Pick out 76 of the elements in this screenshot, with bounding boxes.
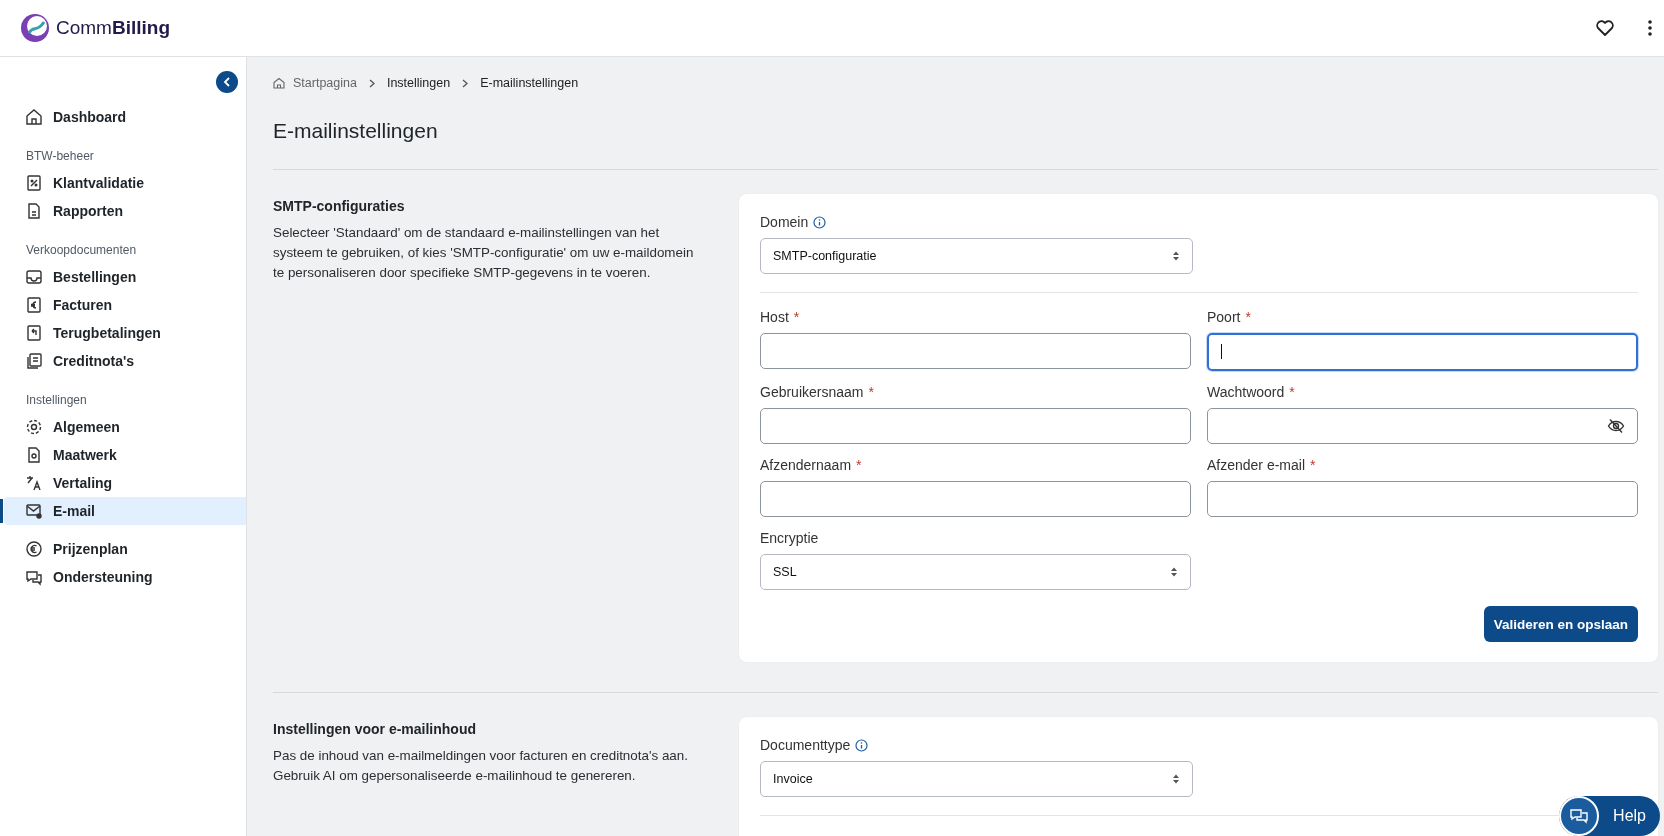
info-icon[interactable] bbox=[813, 215, 827, 229]
euro-icon bbox=[25, 540, 43, 558]
gear-icon bbox=[25, 418, 43, 436]
stack-icon bbox=[25, 352, 43, 370]
input-field[interactable] bbox=[760, 408, 1191, 444]
section-title: Instellingen voor e-mailinhoud bbox=[273, 721, 477, 737]
nav-item[interactable]: Vertaling bbox=[4, 469, 246, 497]
nav-item[interactable]: Bestellingen bbox=[4, 263, 246, 291]
nav-item[interactable]: Algemeen bbox=[4, 413, 246, 441]
nav-item[interactable]: Terugbetalingen bbox=[4, 319, 246, 347]
chevron-icon bbox=[368, 78, 375, 88]
breadcrumb-link[interactable]: Instellingen bbox=[386, 76, 451, 90]
eye-slash-icon[interactable] bbox=[1607, 418, 1625, 434]
required-mark: * bbox=[1310, 457, 1316, 473]
collapse-button[interactable] bbox=[216, 71, 238, 93]
home-icon bbox=[25, 108, 43, 126]
field-label: Domein bbox=[760, 214, 809, 230]
field-label: Documenttype bbox=[760, 737, 851, 753]
chevron-left-icon bbox=[223, 77, 231, 87]
sort-caret-icon bbox=[1172, 773, 1180, 785]
select-field[interactable]: SSL bbox=[760, 554, 1191, 590]
field-label: Afzender e-mail bbox=[1207, 457, 1306, 473]
nav-item[interactable]: Facturen bbox=[4, 291, 246, 319]
input-field[interactable] bbox=[1207, 481, 1638, 517]
gear-doc-icon bbox=[25, 446, 43, 464]
page-title: E-mailinstellingen bbox=[273, 119, 439, 143]
nav-item[interactable]: Rapporten bbox=[4, 197, 246, 225]
inbox-icon bbox=[25, 268, 43, 286]
info-icon[interactable] bbox=[855, 738, 869, 752]
translate-icon bbox=[25, 474, 43, 492]
logo-icon bbox=[20, 13, 50, 43]
nav-section-heading: Instellingen bbox=[25, 392, 88, 409]
nav-section-heading: BTW-beheer bbox=[25, 148, 95, 165]
percent-icon bbox=[25, 174, 43, 192]
input-field[interactable] bbox=[760, 333, 1191, 369]
refund-icon bbox=[25, 324, 43, 342]
field-label: Host bbox=[760, 309, 789, 325]
chat-icon bbox=[25, 568, 43, 586]
doc-icon bbox=[25, 202, 43, 220]
nav-section-heading: Verkoopdocumenten bbox=[25, 242, 138, 259]
select-field[interactable]: Invoice bbox=[760, 761, 1193, 797]
logo-text: CommBilling bbox=[56, 17, 170, 39]
breadcrumb-current[interactable]: E-mailinstellingen bbox=[480, 76, 579, 90]
chevron-icon bbox=[462, 78, 469, 88]
field-label: Gebruikersnaam bbox=[760, 384, 864, 400]
input-field[interactable] bbox=[1207, 333, 1638, 371]
nav-item[interactable]: Klantvalidatie bbox=[4, 169, 246, 197]
required-mark: * bbox=[1289, 384, 1295, 400]
nav-item[interactable]: Ondersteuning bbox=[4, 563, 246, 591]
field-label: Encryptie bbox=[760, 530, 819, 546]
help-button[interactable]: Help bbox=[1559, 796, 1660, 836]
required-mark: * bbox=[868, 384, 874, 400]
required-mark: * bbox=[856, 457, 862, 473]
sort-caret-icon bbox=[1172, 250, 1180, 262]
nav-item[interactable]: Maatwerk bbox=[4, 441, 246, 469]
input-field[interactable] bbox=[760, 481, 1191, 517]
required-mark: * bbox=[1245, 309, 1251, 325]
sort-caret-icon bbox=[1170, 566, 1178, 578]
nav-item[interactable]: Prijzenplan bbox=[4, 535, 246, 563]
nav-item[interactable]: Dashboard bbox=[4, 103, 246, 131]
nav-item[interactable]: Creditnota's bbox=[4, 347, 246, 375]
select-field[interactable]: SMTP-configuratie bbox=[760, 238, 1193, 274]
password-field[interactable] bbox=[1207, 408, 1638, 444]
save-button[interactable]: Valideren en opslaan bbox=[1483, 606, 1638, 642]
heart-icon[interactable] bbox=[1596, 20, 1614, 36]
mail-icon bbox=[25, 502, 43, 520]
more-icon[interactable] bbox=[1648, 20, 1652, 36]
field-label: Wachtwoord bbox=[1207, 384, 1285, 400]
field-label: Afzendernaam bbox=[760, 457, 852, 473]
required-mark: * bbox=[793, 309, 800, 325]
section-description: Pas de inhoud van e-mailmeldingen voor facturen en creditnota's aan. Gebruik AI om gepersonaliseerde e-mailinhoud te genereren. bbox=[273, 747, 689, 785]
field-label: Poort bbox=[1207, 309, 1241, 325]
section-description: Selecteer 'Standaard' om de standaard e-mailinstellingen van het systeem te gebruiken, of kies 'SMTP-configuratie' om uw e-maildomein te personaliseren door specifieke SMTP-gegevens in te voeren. bbox=[273, 224, 695, 282]
breadcrumb-link[interactable]: Startpagina bbox=[293, 76, 357, 90]
home-icon bbox=[273, 77, 285, 89]
section-title: SMTP-configuraties bbox=[273, 198, 406, 214]
